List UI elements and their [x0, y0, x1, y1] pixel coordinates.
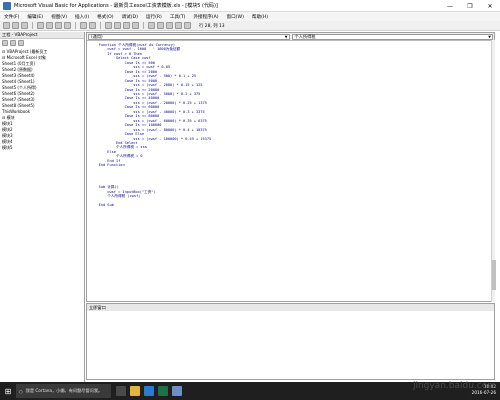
properties-icon[interactable] — [157, 22, 164, 29]
tree-item[interactable]: 模块5 — [2, 145, 82, 151]
procedure-dropdown-value: 个人所得税 — [294, 34, 316, 39]
find-icon[interactable] — [64, 22, 71, 29]
project-tree: ⊟ VBAProject (最新员工 ⊟ Microsoft Excel 对象 … — [0, 47, 84, 153]
project-explorer-icon[interactable] — [148, 22, 155, 29]
toolbar-separator — [75, 22, 76, 29]
procedure-dropdown[interactable]: 个人所得税 ▼ — [291, 34, 493, 40]
immediate-window[interactable]: 立即窗口 — [86, 303, 495, 380]
chevron-down-icon: ▼ — [488, 35, 491, 39]
menu-help[interactable]: 帮助(H) — [252, 14, 268, 20]
standard-toolbar: 行 28, 列 13 — [0, 21, 500, 31]
search-icon: ○ — [19, 388, 23, 394]
toolbox-icon[interactable] — [175, 22, 182, 29]
code-vertical-scrollbar[interactable] — [491, 40, 496, 302]
code-editor[interactable]: Function 个人所得税(cwsf As Currency) cwsf = … — [87, 41, 494, 208]
minimize-button[interactable]: — — [440, 0, 460, 12]
cortana-search-box[interactable]: ○ 我是 Cortana，小娜。有问题尽管问我。 — [16, 384, 111, 398]
scrollbar-thumb[interactable] — [492, 260, 496, 290]
vba-taskbar-icon[interactable] — [172, 386, 182, 396]
menu-view[interactable]: 视图(V) — [51, 14, 67, 20]
code-window: (通用) ▼ 个人所得税 ▼ Function 个人所得税(cwsf As Cu… — [86, 32, 495, 302]
title-bar: Microsoft Visual Basic for Applications … — [0, 0, 500, 12]
taskbar-apps — [116, 386, 182, 396]
undo-icon[interactable] — [80, 22, 87, 29]
cursor-position: 行 28, 列 13 — [199, 23, 225, 29]
menu-edit[interactable]: 编辑(E) — [27, 14, 43, 20]
break-icon[interactable] — [114, 22, 121, 29]
menu-file[interactable]: 文件(F) — [4, 14, 19, 20]
view-object-icon[interactable] — [10, 40, 16, 46]
excel-icon[interactable] — [3, 22, 10, 29]
toolbar-separator — [32, 22, 33, 29]
window-title: Microsoft Visual Basic for Applications … — [14, 3, 218, 9]
insert-icon[interactable] — [12, 22, 19, 29]
project-explorer-header: 工程 - VBAProject — [0, 32, 84, 39]
view-code-icon[interactable] — [2, 40, 8, 46]
close-button[interactable]: ✕ — [480, 0, 500, 12]
object-dropdown-value: (通用) — [91, 34, 103, 39]
project-explorer: 工程 - VBAProject ⊟ VBAProject (最新员工 ⊟ Mic… — [0, 32, 85, 382]
start-button[interactable]: ⊞ — [0, 382, 16, 400]
code-line[interactable]: End Sub — [90, 203, 494, 207]
object-dropdown[interactable]: (通用) ▼ — [88, 34, 290, 40]
menu-insert[interactable]: 插入(I) — [75, 14, 89, 20]
menu-debug[interactable]: 调试(D) — [122, 14, 138, 20]
browser-icon[interactable] — [144, 386, 154, 396]
excel-taskbar-icon[interactable] — [158, 386, 168, 396]
copy-icon[interactable] — [46, 22, 53, 29]
immediate-window-header: 立即窗口 — [87, 304, 494, 311]
restore-button[interactable]: ❐ — [460, 0, 480, 12]
file-explorer-icon[interactable] — [130, 386, 140, 396]
code-combos: (通用) ▼ 个人所得税 ▼ — [87, 33, 494, 41]
cut-icon[interactable] — [37, 22, 44, 29]
design-mode-icon[interactable] — [132, 22, 139, 29]
object-browser-icon[interactable] — [166, 22, 173, 29]
menu-addins[interactable]: 外接程序(A) — [193, 14, 218, 20]
redo-icon[interactable] — [89, 22, 96, 29]
menu-window[interactable]: 窗口(W) — [227, 14, 244, 20]
search-placeholder: 我是 Cortana，小娜。有问题尽管问我。 — [25, 388, 103, 393]
vba-app-icon — [3, 1, 11, 10]
run-icon[interactable] — [105, 22, 112, 29]
toggle-folders-icon[interactable] — [18, 40, 24, 46]
menu-run[interactable]: 运行(R) — [146, 14, 162, 20]
chevron-down-icon: ▼ — [284, 35, 288, 39]
menu-bar: 文件(F) 编辑(E) 视图(V) 插入(I) 格式(O) 调试(D) 运行(R… — [0, 12, 500, 21]
save-icon[interactable] — [21, 22, 28, 29]
menu-format[interactable]: 格式(O) — [97, 14, 113, 20]
task-view-icon[interactable] — [116, 386, 126, 396]
paste-icon[interactable] — [55, 22, 62, 29]
toolbar-separator — [143, 22, 144, 29]
watermark: jingyan.baidu.com — [412, 381, 496, 391]
menu-tools[interactable]: 工具(T) — [170, 14, 186, 20]
project-explorer-tools — [0, 39, 84, 47]
window-controls: — ❐ ✕ — [440, 0, 500, 12]
reset-icon[interactable] — [123, 22, 130, 29]
help-icon[interactable] — [184, 22, 191, 29]
toolbar-separator — [100, 22, 101, 29]
